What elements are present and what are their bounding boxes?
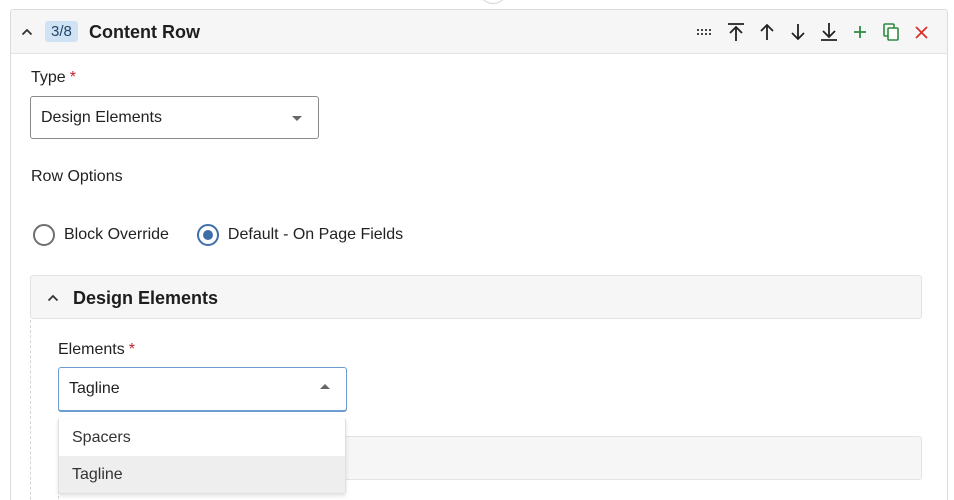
row-options-radio-group: Block Override Default - On Page Fields (33, 224, 431, 246)
move-to-bottom-icon[interactable] (813, 19, 844, 45)
required-asterisk: * (128, 341, 135, 358)
design-elements-header: Design Elements (30, 275, 922, 319)
add-icon[interactable] (844, 19, 875, 45)
dropdown-option-spacers[interactable]: Spacers (59, 419, 345, 456)
required-asterisk: * (69, 69, 76, 86)
elements-select-value: Tagline (69, 380, 120, 397)
type-select[interactable]: Design Elements (30, 96, 319, 139)
radio-block-override[interactable]: Block Override (33, 224, 169, 246)
row-toolbar (689, 19, 937, 45)
elements-dropdown-menu: Spacers Tagline (58, 419, 346, 494)
elements-select[interactable]: Tagline (58, 367, 347, 411)
elements-label-text: Elements (58, 341, 125, 358)
type-label: Type * (31, 69, 76, 87)
design-elements-title: Design Elements (73, 288, 219, 308)
type-label-text: Type (31, 69, 66, 86)
content-row-panel: 3/8 Content Row Type * Design Elements R… (10, 9, 948, 500)
radio-label: Block Override (64, 226, 169, 243)
collapse-chevron-up-icon[interactable] (17, 22, 37, 42)
caret-down-icon (292, 116, 302, 121)
radio-unchecked-icon[interactable] (33, 224, 55, 246)
radio-checked-icon[interactable] (196, 224, 219, 246)
drag-handle-icon[interactable] (689, 19, 720, 45)
radio-default-on-page-fields[interactable]: Default - On Page Fields (196, 224, 404, 246)
panel-title: Content Row (89, 22, 200, 42)
type-select-value: Design Elements (41, 109, 162, 126)
row-index-badge: 3/8 (45, 21, 78, 42)
move-up-icon[interactable] (751, 19, 782, 45)
move-down-icon[interactable] (782, 19, 813, 45)
collapse-chevron-up-icon[interactable] (43, 288, 63, 308)
duplicate-icon[interactable] (875, 19, 906, 45)
row-options-label: Row Options (31, 168, 123, 185)
dropdown-option-tagline[interactable]: Tagline (59, 456, 345, 493)
indent-guide (30, 320, 31, 500)
move-to-top-icon[interactable] (720, 19, 751, 45)
radio-label: Default - On Page Fields (227, 226, 404, 243)
delete-icon[interactable] (906, 19, 937, 45)
elements-label: Elements * (58, 341, 135, 359)
panel-header: 3/8 Content Row (11, 10, 947, 54)
top-connector (478, 0, 508, 4)
caret-up-icon (320, 384, 330, 389)
